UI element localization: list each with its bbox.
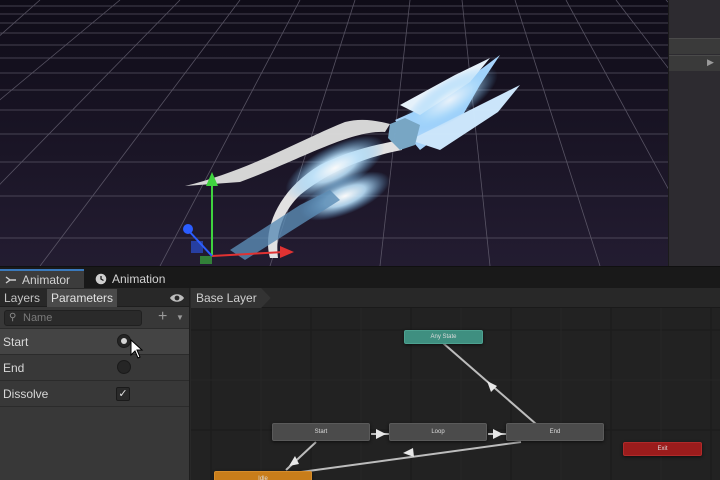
breadcrumb-base-layer[interactable]: Base Layer [191,288,271,308]
parameter-name: End [3,361,25,375]
bool-checkbox[interactable]: ✓ [116,387,130,401]
tab-animator[interactable]: Animator [0,269,84,289]
subtab-layers[interactable]: Layers [0,289,44,307]
search-field[interactable]: ⚲ [4,310,142,326]
transition-end-to-idle [300,441,522,473]
arrow-icon [289,456,299,466]
chevron-down-icon[interactable]: ▼ [176,313,184,322]
state-idle[interactable]: Idle [214,471,312,480]
arrow-icon [487,381,497,392]
search-row: ⚲ + ▼ [0,307,189,329]
parameters-panel: Layers Parameters ⚲ + ▼ Start End Dissol… [0,288,190,480]
state-start[interactable]: Start [272,423,370,441]
parameter-row-end[interactable]: End [0,355,189,381]
trigger-toggle[interactable] [117,360,131,374]
parameter-row-start[interactable]: Start [0,329,189,355]
animator-icon [4,273,18,287]
arrow-icon [493,429,503,439]
arrow-icon [403,448,414,457]
subtab-parameters[interactable]: Parameters [47,289,118,307]
scene-grid [0,0,720,266]
mouse-cursor-icon [130,339,144,359]
breadcrumb: Base Layer [191,288,720,308]
transition-start-to-idle [285,441,317,471]
play-arrow-icon[interactable]: ▶ [707,57,714,68]
state-end[interactable]: End [506,423,604,441]
tab-bar: Animator Animation [0,266,720,289]
subtab-bar: Layers Parameters [0,288,189,307]
parameter-row-dissolve[interactable]: Dissolve ✓ [0,381,189,407]
arrow-icon [376,429,386,439]
state-exit[interactable]: Exit [623,442,702,456]
search-input[interactable] [23,311,139,325]
tab-animation-label: Animation [112,272,166,286]
state-machine-graph[interactable]: Base Layer Any State Start Loop End Exit… [191,288,720,480]
add-parameter-button[interactable]: + [158,308,167,326]
tab-animation[interactable]: Animation [90,269,180,289]
parameter-name: Dissolve [3,387,49,401]
search-icon: ⚲ [9,312,17,323]
state-loop[interactable]: Loop [389,423,487,441]
parameter-name: Start [3,335,29,349]
editor-window: ▶ Animator Animation Layers Parameters ⚲… [0,0,720,480]
clock-icon [94,272,108,286]
trigger-toggle[interactable] [117,334,131,348]
tab-animator-label: Animator [22,273,71,287]
state-any-state[interactable]: Any State [404,330,483,344]
scene-viewport[interactable]: ▶ [0,0,720,266]
inspector-strip: ▶ [668,0,720,266]
